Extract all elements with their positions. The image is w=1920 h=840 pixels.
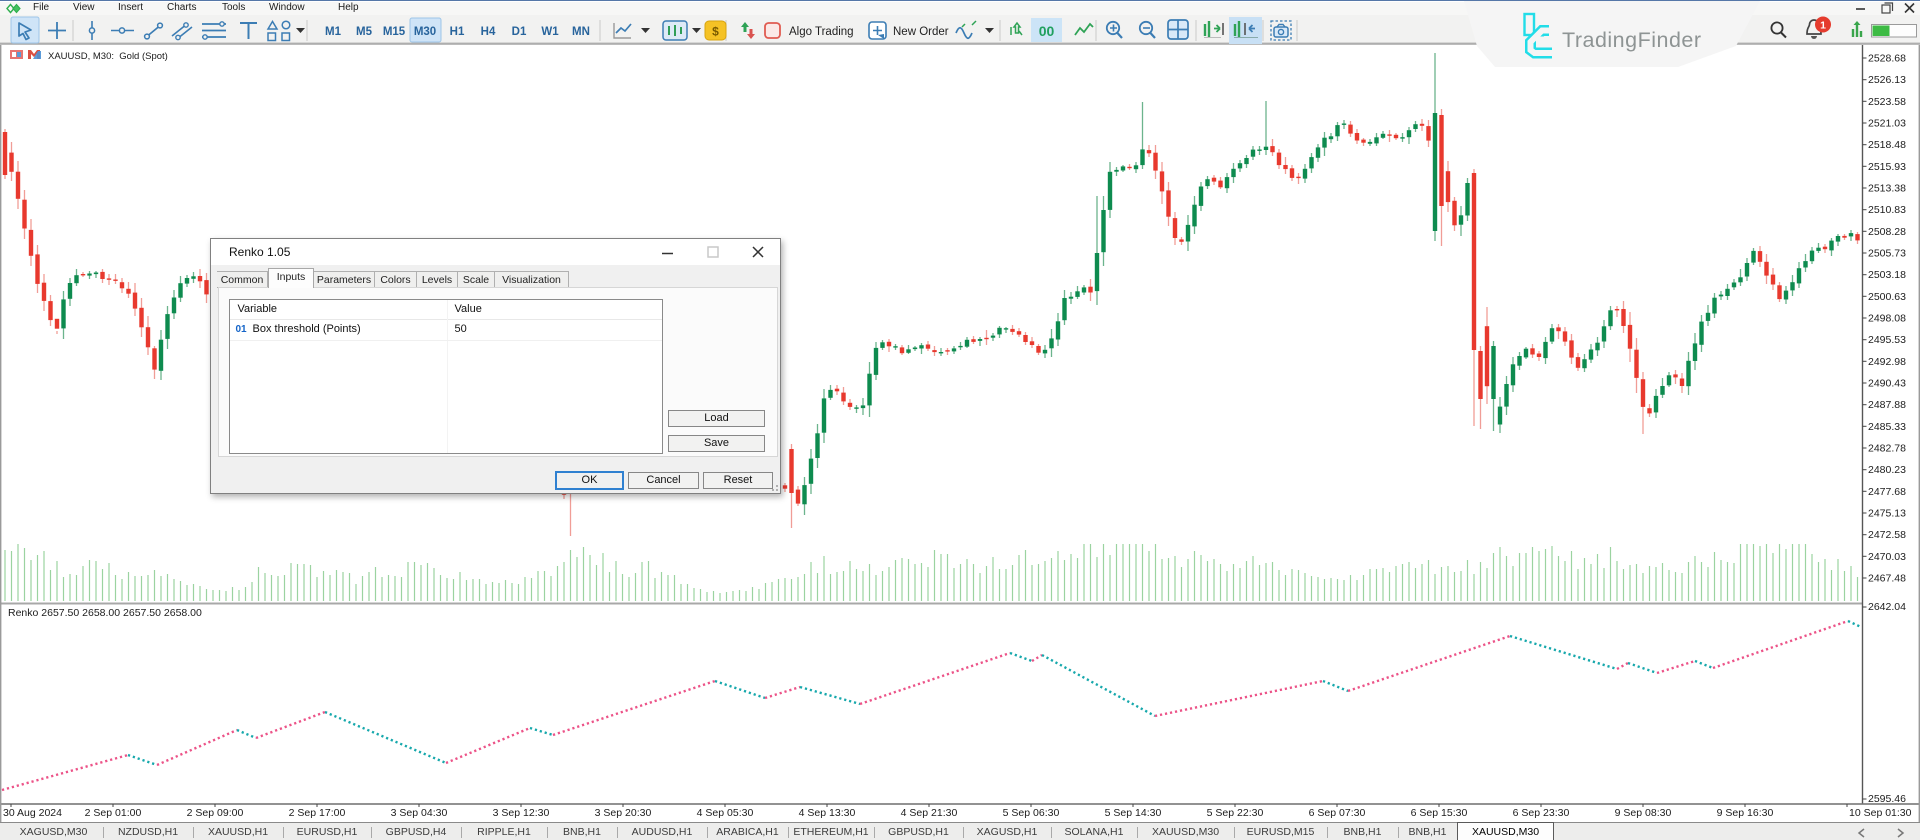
svg-text:4 Sep 13:30: 4 Sep 13:30 <box>799 807 856 819</box>
svg-text:5 Sep 06:30: 5 Sep 06:30 <box>1003 807 1060 819</box>
svg-text:2515.93: 2515.93 <box>1868 161 1906 173</box>
svg-text:2505.73: 2505.73 <box>1868 248 1906 260</box>
svg-text:2510.83: 2510.83 <box>1868 204 1906 216</box>
svg-text:2 Sep 01:00: 2 Sep 01:00 <box>85 807 142 819</box>
svg-text:6 Sep 15:30: 6 Sep 15:30 <box>1411 807 1468 819</box>
svg-text:2467.48: 2467.48 <box>1868 573 1906 585</box>
svg-text:2492.98: 2492.98 <box>1868 356 1906 368</box>
svg-text:2521.03: 2521.03 <box>1868 118 1906 130</box>
svg-text:30 Aug 2024: 30 Aug 2024 <box>3 807 62 819</box>
svg-text:5 Sep 22:30: 5 Sep 22:30 <box>1207 807 1264 819</box>
svg-text:3 Sep 04:30: 3 Sep 04:30 <box>391 807 448 819</box>
svg-text:10 Sep 01:30: 10 Sep 01:30 <box>1849 807 1912 819</box>
svg-text:1: 1 <box>1820 20 1826 32</box>
svg-text:2495.53: 2495.53 <box>1868 334 1906 346</box>
svg-text:4 Sep 21:30: 4 Sep 21:30 <box>901 807 958 819</box>
svg-text:2526.13: 2526.13 <box>1868 74 1906 86</box>
svg-text:5 Sep 14:30: 5 Sep 14:30 <box>1105 807 1162 819</box>
svg-text:2482.78: 2482.78 <box>1868 443 1906 455</box>
svg-text:Renko 2657.50 2658.00 2657.50: Renko 2657.50 2658.00 2657.50 2658.00 <box>8 607 202 619</box>
svg-text:9 Sep 08:30: 9 Sep 08:30 <box>1615 807 1672 819</box>
svg-text:2 Sep 09:00: 2 Sep 09:00 <box>187 807 244 819</box>
svg-text:2470.03: 2470.03 <box>1868 551 1906 563</box>
svg-text:2642.04: 2642.04 <box>1868 601 1906 613</box>
svg-text:2523.58: 2523.58 <box>1868 96 1906 108</box>
svg-text:2513.38: 2513.38 <box>1868 183 1906 195</box>
svg-text:2490.43: 2490.43 <box>1868 378 1906 390</box>
svg-text:2498.08: 2498.08 <box>1868 313 1906 325</box>
svg-text:TradingFinder: TradingFinder <box>1562 28 1702 52</box>
svg-text:6 Sep 23:30: 6 Sep 23:30 <box>1513 807 1570 819</box>
svg-text:2518.48: 2518.48 <box>1868 139 1906 151</box>
svg-text:2487.88: 2487.88 <box>1868 399 1906 411</box>
svg-text:2503.18: 2503.18 <box>1868 269 1906 281</box>
svg-text:2480.23: 2480.23 <box>1868 464 1906 476</box>
svg-text:2477.68: 2477.68 <box>1868 486 1906 498</box>
svg-text:2472.58: 2472.58 <box>1868 529 1906 541</box>
svg-text:6 Sep 07:30: 6 Sep 07:30 <box>1309 807 1366 819</box>
svg-text:9 Sep 16:30: 9 Sep 16:30 <box>1717 807 1774 819</box>
svg-text:3 Sep 20:30: 3 Sep 20:30 <box>595 807 652 819</box>
svg-text:4 Sep 05:30: 4 Sep 05:30 <box>697 807 754 819</box>
svg-text:3 Sep 12:30: 3 Sep 12:30 <box>493 807 550 819</box>
svg-text:2508.28: 2508.28 <box>1868 226 1906 238</box>
svg-text:2 Sep 17:00: 2 Sep 17:00 <box>289 807 346 819</box>
svg-text:2475.13: 2475.13 <box>1868 508 1906 520</box>
svg-text:2485.33: 2485.33 <box>1868 421 1906 433</box>
svg-text:2500.63: 2500.63 <box>1868 291 1906 303</box>
